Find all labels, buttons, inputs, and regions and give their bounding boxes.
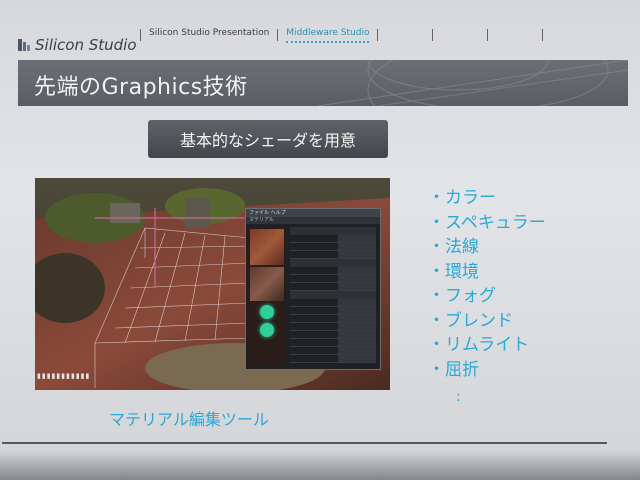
silicon-studio-logo-icon [17, 37, 31, 53]
property-row[interactable] [290, 331, 376, 339]
feature-item: ・法線 [428, 237, 479, 257]
property-row[interactable] [290, 339, 376, 347]
scene-status-bar: ▮▮▮▮▮▮▮▮▮▮▮ [37, 372, 91, 380]
presentation-slide: Silicon Studio Silicon Studio Presentati… [0, 0, 640, 480]
nav-divider [487, 29, 489, 41]
property-grid [290, 227, 376, 363]
property-row[interactable] [290, 347, 376, 355]
material-preview-icon [260, 305, 274, 319]
property-row[interactable] [290, 235, 376, 243]
screenshot-caption: マテリアル編集ツール [109, 410, 269, 429]
slide-nav: Silicon Studio Presentation Middleware S… [140, 28, 620, 46]
slide-subtitle: 基本的なシェーダを用意 [148, 120, 388, 158]
property-row[interactable] [290, 267, 376, 275]
feature-item: ・ブレンド [428, 310, 513, 331]
brand-logo: Silicon Studio [17, 34, 137, 56]
nav-divider [377, 29, 379, 41]
material-preview-icon [260, 323, 274, 337]
brand-name: Silicon Studio [35, 36, 137, 54]
texture-thumbnail [250, 229, 284, 265]
property-group [290, 259, 376, 267]
shader-feature-list: ・カラー ・スペキュラー ・法線 ・環境 ・フォグ ・ブレンド ・リムライト ・… [428, 186, 546, 382]
feature-item: ・環境 [428, 261, 479, 282]
property-row[interactable] [290, 299, 376, 307]
panel-title: ファイル ヘルプ [246, 209, 380, 217]
title-band: 先端のGraphics技術 [18, 60, 628, 106]
property-group [290, 291, 376, 299]
feature-item: ・カラー [428, 188, 496, 208]
property-row[interactable] [290, 275, 376, 283]
feature-item: ・スペキュラー [428, 212, 546, 233]
nav-item-presentation[interactable]: Silicon Studio Presentation [141, 28, 277, 38]
feature-item: ・フォグ [428, 286, 496, 306]
property-row[interactable] [290, 355, 376, 363]
panel-tab[interactable]: マテリアル [249, 217, 274, 224]
property-group [290, 227, 376, 235]
texture-thumbnail [250, 267, 284, 301]
panel-preview-column [248, 227, 286, 365]
footer-divider [2, 442, 607, 444]
material-editor-panel: ファイル ヘルプ マテリアル [245, 208, 381, 370]
property-row[interactable] [290, 323, 376, 331]
property-row[interactable] [290, 283, 376, 291]
nav-divider [432, 29, 434, 41]
property-row[interactable] [290, 243, 376, 251]
feature-item: ・リムライト [428, 335, 530, 355]
property-row[interactable] [290, 307, 376, 315]
nav-divider [542, 29, 544, 41]
feature-item: ・屈折 [428, 359, 479, 380]
property-row[interactable] [290, 251, 376, 259]
nav-item-middleware-studio[interactable]: Middleware Studio [278, 28, 377, 43]
feature-list-continuation: : [456, 389, 461, 405]
panel-tabs: マテリアル [246, 217, 380, 224]
material-editor-screenshot: ▮▮▮▮▮▮▮▮▮▮▮ ファイル ヘルプ マテリアル [35, 178, 390, 390]
slide-title: 先端のGraphics技術 [34, 75, 248, 100]
property-row[interactable] [290, 315, 376, 323]
